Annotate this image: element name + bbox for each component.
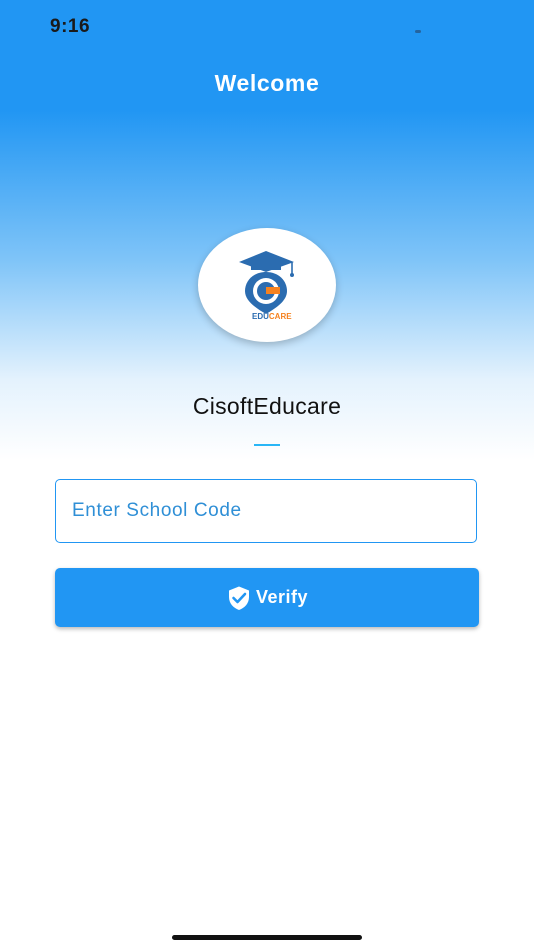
home-indicator[interactable]: [172, 935, 362, 940]
svg-text:EDUCARE: EDUCARE: [252, 312, 292, 320]
status-time: 9:16: [50, 16, 91, 37]
verify-label: Verify: [255, 587, 309, 607]
verify-button[interactable]: Verify: [55, 568, 479, 627]
school-code-input[interactable]: [56, 480, 476, 542]
status-bar: 9:16: [0, 0, 534, 54]
title-divider: [254, 444, 280, 446]
shield-check-icon: [226, 585, 252, 611]
page-title: Welcome: [214, 70, 320, 96]
educare-logo-icon: EDUCARE: [239, 251, 294, 320]
school-code-field[interactable]: [55, 479, 477, 543]
app-name: CisoftEducare: [192, 393, 342, 419]
app-logo: EDUCARE: [198, 228, 336, 342]
status-indicator-icon: [415, 30, 421, 33]
